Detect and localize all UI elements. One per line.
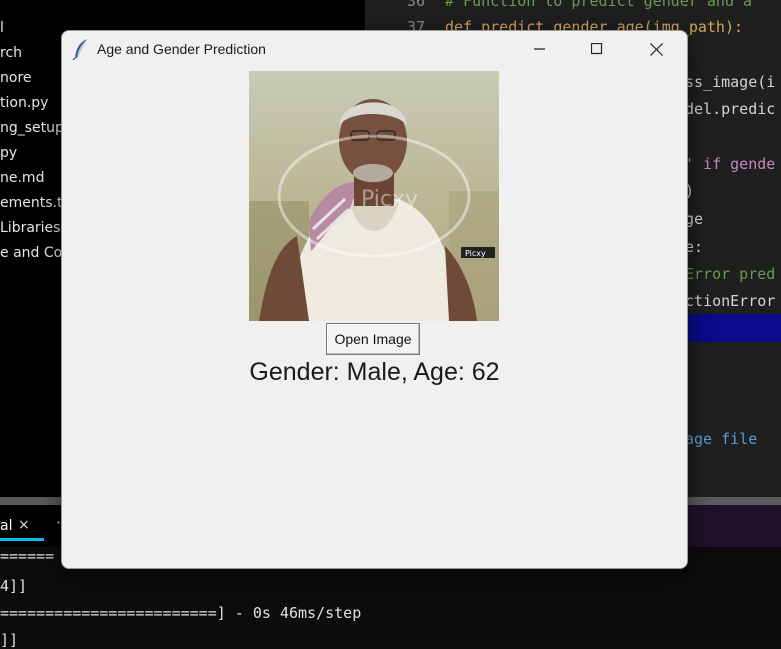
- active-tab-indicator: [0, 538, 44, 541]
- terminal-line: ======: [0, 547, 55, 565]
- open-image-button[interactable]: Open Image: [326, 323, 420, 355]
- title-bar[interactable]: Age and Gender Prediction: [62, 31, 687, 67]
- explorer-item[interactable]: nore: [0, 70, 32, 86]
- prediction-result: Gender: Male, Age: 62: [249, 358, 500, 386]
- close-icon: [649, 42, 663, 56]
- terminal-line: 4]]: [0, 577, 28, 595]
- close-button[interactable]: [633, 31, 679, 67]
- terminal-line: ]]: [0, 631, 19, 649]
- code-line: del.predic: [685, 100, 776, 118]
- code-line: ' if gende: [685, 155, 776, 173]
- explorer-item[interactable]: rch: [0, 45, 22, 61]
- watermark-badge: Picxy: [465, 249, 486, 258]
- terminal-line: ========================] - 0s 46ms/step: [0, 604, 362, 622]
- explorer-item[interactable]: l: [0, 20, 4, 36]
- explorer-item[interactable]: ne.md: [0, 170, 44, 186]
- code-line: Error pred: [685, 265, 776, 283]
- feather-icon: [72, 38, 90, 61]
- code-line: age file: [685, 430, 758, 448]
- explorer-item[interactable]: Libraries: [0, 220, 60, 236]
- explorer-item[interactable]: tion.py: [0, 95, 48, 111]
- watermark-text: Picxy: [361, 187, 418, 212]
- maximize-button[interactable]: [574, 31, 620, 67]
- minimize-icon: [534, 48, 545, 50]
- window-title: Age and Gender Prediction: [97, 41, 266, 57]
- code-line: ctionError: [685, 292, 776, 310]
- portrait-image: Picxy Picxy: [249, 71, 499, 321]
- tab-terminal-label: al: [0, 518, 13, 534]
- explorer-item[interactable]: py: [0, 145, 17, 161]
- maximize-icon: [591, 43, 603, 55]
- close-icon[interactable]: ×: [18, 517, 30, 533]
- minimize-button[interactable]: [517, 31, 563, 67]
- code-line: # Function to predict gender and a: [445, 0, 753, 10]
- code-line: ss_image(i: [685, 73, 776, 91]
- prediction-window: Age and Gender Prediction Picxy Picxy Op…: [61, 30, 688, 569]
- line-number: 36: [406, 0, 425, 10]
